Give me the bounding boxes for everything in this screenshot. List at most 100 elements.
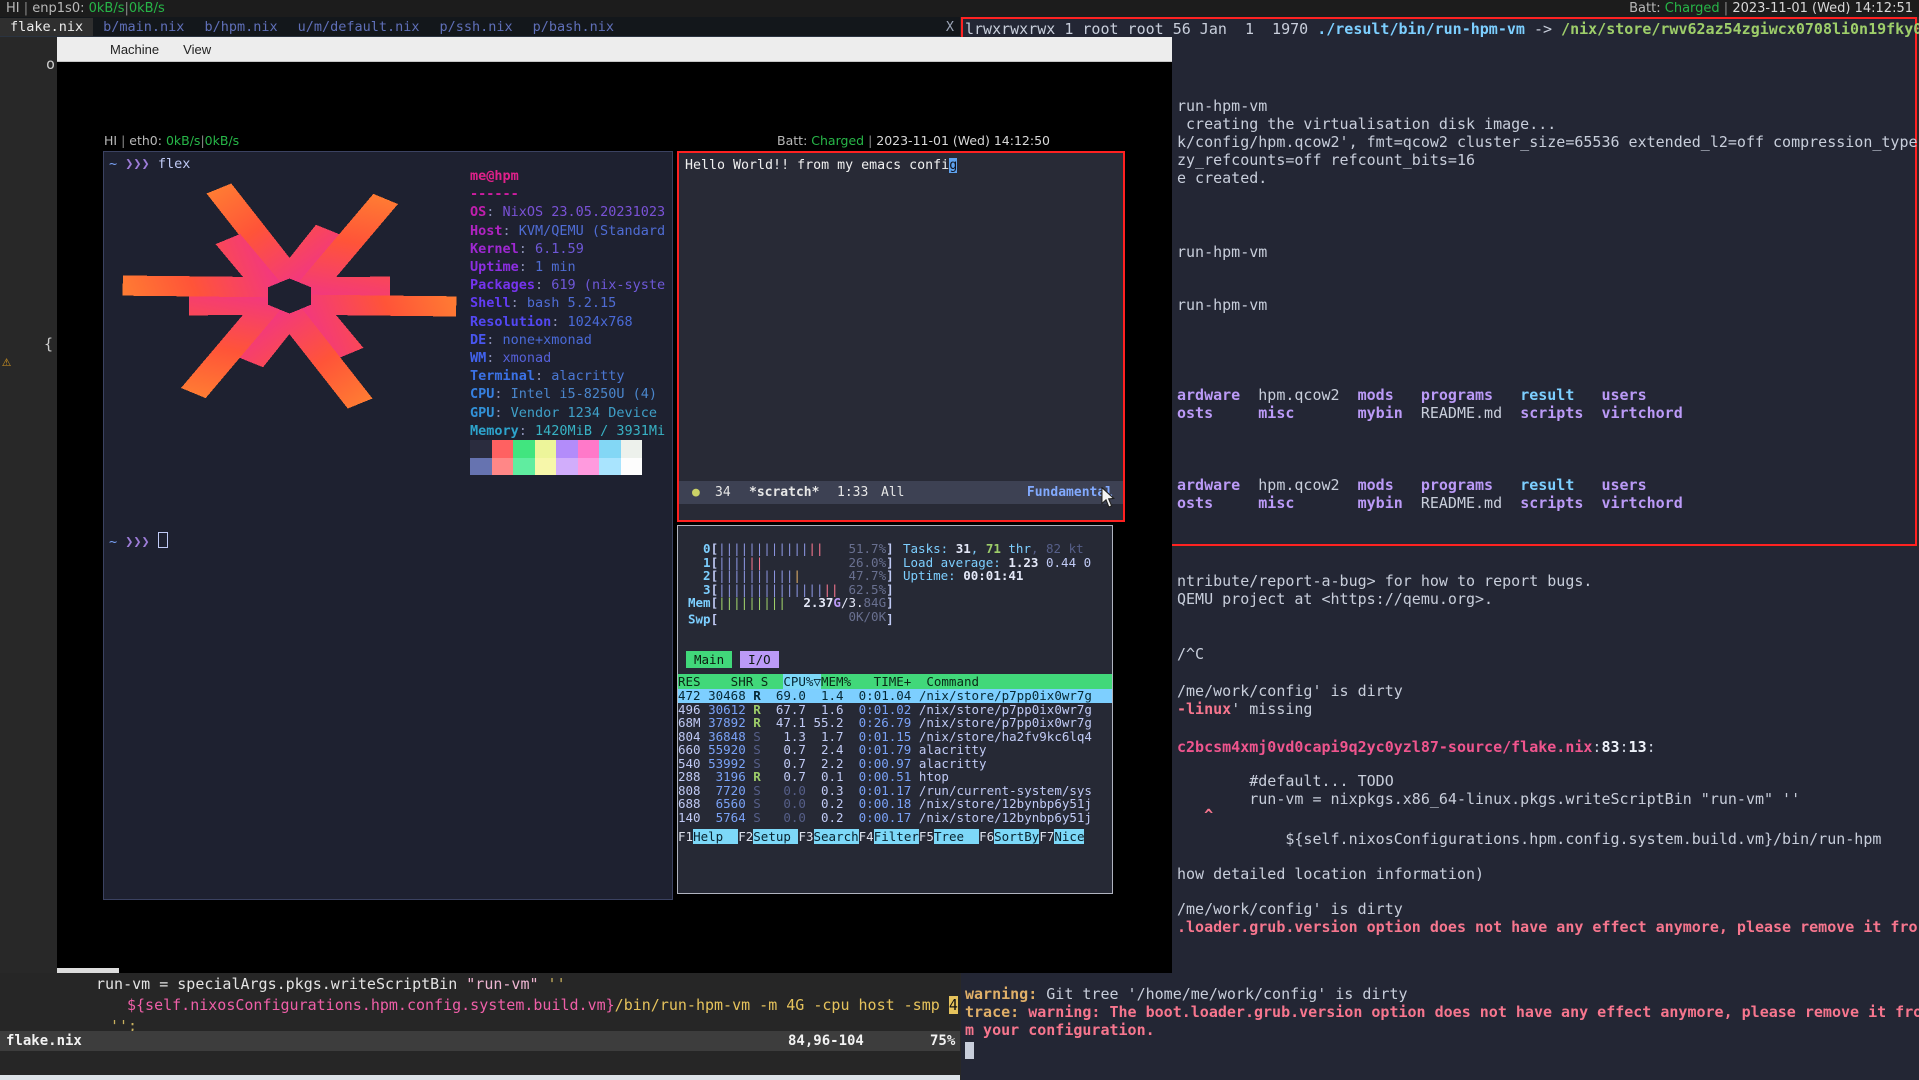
menu-view[interactable]: View [183, 42, 211, 57]
htop-process-row[interactable]: 540 53992 S 0.7 2.2 0:00.97 alacritty [678, 757, 1112, 771]
fkey-f6[interactable]: F6 [979, 829, 994, 844]
htop-process-row[interactable]: 496 30612 R 67.7 1.6 0:01.02 /nix/store/… [678, 703, 1112, 717]
fkey-label[interactable]: Setup [753, 829, 798, 844]
modified-indicator-icon: ● [692, 481, 700, 504]
htop-process-row[interactable]: 140 5764 S 0.0 0.2 0:00.17 /nix/store/12… [678, 811, 1112, 825]
text-segment: osts [1177, 404, 1213, 422]
fkey-f4[interactable]: F4 [859, 829, 874, 844]
text-segment: scripts [1520, 404, 1583, 422]
text-segment: k/config/hpm.qcow2', fmt=qcow2 cluster_s… [1177, 133, 1918, 151]
tab-main-nix[interactable]: b/main.nix [93, 18, 194, 36]
fkey-label[interactable]: Help [693, 829, 738, 844]
text-segment: how detailed location information) [1177, 865, 1484, 883]
terminal-line: /^C [1177, 645, 1204, 663]
htop-process-row[interactable]: 288 3196 R 0.7 0.1 0:00.51 htop [678, 770, 1112, 784]
htop-process-row[interactable]: 472 30468 R 69.0 1.4 0:01.04 /nix/store/… [678, 689, 1112, 703]
text-segment: ] [886, 595, 894, 610]
qemu-vm-window[interactable]: Machine View HI | eth0: 0kB/s|0kB/s Batt… [57, 37, 1172, 973]
fetch-info-line: DE: none+xmonad [470, 331, 665, 349]
palette-swatch [535, 458, 557, 476]
vim-editor[interactable]: run-vm = specialArgs.pkgs.writeScriptBin… [0, 973, 960, 1080]
terminal-line: run-hpm-vm [1177, 97, 1267, 115]
htop-process-row[interactable]: 68M 37892 R 47.1 55.2 0:26.79 /nix/store… [678, 716, 1112, 730]
htop-summary-line: Uptime: 00:01:41 [903, 569, 1023, 583]
text-segment: users [1601, 386, 1646, 404]
text-segment: /bin/run-hpm-vm -m 4G -cpu host -smp [615, 996, 949, 1014]
text-segment [1340, 386, 1358, 404]
fkey-label[interactable]: Search [814, 829, 859, 844]
fetch-info-line: Packages: 619 (nix-syste [470, 276, 665, 294]
htop-process-row[interactable]: 808 7720 S 0.0 0.3 0:01.17 /run/current-… [678, 784, 1112, 798]
htop-tab-io[interactable]: I/O [740, 651, 779, 668]
fkey-f5[interactable]: F5 [919, 829, 934, 844]
menu-machine[interactable]: Machine [110, 42, 159, 57]
palette-swatch [578, 440, 600, 458]
shell-prompt-empty[interactable]: ~ ❯❯❯ [109, 532, 168, 551]
text-segment [1502, 404, 1520, 422]
text-segment: CPU%▽ [783, 674, 821, 689]
warning-icon: ⚠ [2, 352, 11, 370]
htop-screen-tabs: Main I/O [686, 652, 787, 667]
tab-hpm-nix[interactable]: b/hpm.nix [194, 18, 287, 36]
editor-tabline: flake.nix b/main.nix b/hpm.nix u/m/defau… [0, 17, 960, 37]
modeline-buffer-name: *scratch* [749, 481, 819, 504]
fkey-f2[interactable]: F2 [738, 829, 753, 844]
text-segment: Uptime: [903, 568, 963, 583]
text-segment: mods [1358, 386, 1394, 404]
fkey-label[interactable]: SortBy [994, 829, 1039, 844]
tab-flake-nix[interactable]: flake.nix [0, 18, 93, 36]
text-segment: KVM/QEMU (Standard [511, 223, 665, 239]
text-segment: README.md [1421, 494, 1502, 512]
palette-swatch [599, 458, 621, 476]
text-segment: lrwxrwxrwx 1 root root 56 Jan 1 1970 [965, 20, 1317, 38]
modeline-scroll: All [881, 481, 904, 504]
text-segment [1340, 476, 1358, 494]
text-segment: QEMU project at <https://qemu.org>. [1177, 590, 1493, 608]
vim-statusline: flake.nix 84,96-104 75% [0, 1031, 960, 1051]
text-segment: 0.0 [768, 810, 806, 825]
text-segment [1493, 386, 1520, 404]
htop-table-header[interactable]: RES SHR S CPU%▽MEM% TIME+ Command [678, 674, 1112, 689]
text-segment: OS [470, 204, 486, 220]
text-segment: e created. [1177, 169, 1267, 187]
htop-process-row[interactable]: 688 6560 S 0.0 0.2 0:00.18 /nix/store/12… [678, 797, 1112, 811]
text-segment: ardware [1177, 476, 1240, 494]
fkey-f3[interactable]: F3 [798, 829, 813, 844]
text-segment: 1420MiB / 3931Mi [527, 423, 665, 439]
tab-bash-nix[interactable]: p/bash.nix [523, 18, 624, 36]
vm-htop-window[interactable]: 0[||||||||||||||51.7%] 1[||||||26.0%] 2[… [677, 525, 1113, 894]
fkey-f7[interactable]: F7 [1039, 829, 1054, 844]
fkey-label[interactable]: Tree [934, 829, 979, 844]
palette-swatch [513, 440, 535, 458]
text-segment [1394, 386, 1421, 404]
text-segment: G [833, 595, 841, 610]
text-segment: 140 [678, 810, 701, 825]
text-segment: DE [470, 332, 486, 348]
vm-status-bar: HI | eth0: 0kB/s|0kB/s Batt: Charged | 2… [104, 133, 1050, 149]
text-segment: ' missing [1231, 700, 1312, 718]
htop-tab-main[interactable]: Main [686, 651, 732, 668]
terminal-line: /me/work/config' is dirty [1177, 682, 1403, 700]
desktop: HI | enp1s0: 0kB/s|0kB/s Batt: Charged |… [0, 0, 1919, 1080]
fkey-f1[interactable]: F1 [678, 829, 693, 844]
vm-emacs-window[interactable]: Hello World!! from my emacs config ● 34 … [677, 151, 1125, 522]
modeline-position: 1:33 [837, 481, 868, 504]
fkey-label[interactable]: Filter [874, 829, 919, 844]
emacs-buffer-text: Hello World!! from my emacs config [685, 157, 957, 174]
text-segment: : [494, 405, 502, 421]
text-segment: : [535, 277, 543, 293]
text-segment [1493, 476, 1520, 494]
text-segment: ^ [1177, 806, 1213, 824]
tabline-close-icon[interactable]: X [946, 19, 954, 35]
htop-function-key-bar: F1Help F2Setup F3SearchF4FilterF5Tree F6… [678, 829, 1112, 844]
text-segment: 2.37 [803, 595, 833, 610]
tab-ssh-nix[interactable]: p/ssh.nix [430, 18, 523, 36]
vm-terminal-fetch[interactable]: ~ ❯❯❯ flex [103, 151, 673, 900]
htop-process-row[interactable]: 804 36848 S 1.3 1.7 0:01.15 /nix/store/h… [678, 730, 1112, 744]
text-segment: ] [886, 612, 894, 627]
htop-process-row[interactable]: 660 55920 S 0.7 2.4 0:01.79 alacritty [678, 743, 1112, 757]
tab-default-nix[interactable]: u/m/default.nix [288, 18, 430, 36]
fkey-label[interactable]: Nice [1054, 829, 1084, 844]
text-segment: Host [470, 223, 503, 239]
text-segment [1403, 494, 1421, 512]
